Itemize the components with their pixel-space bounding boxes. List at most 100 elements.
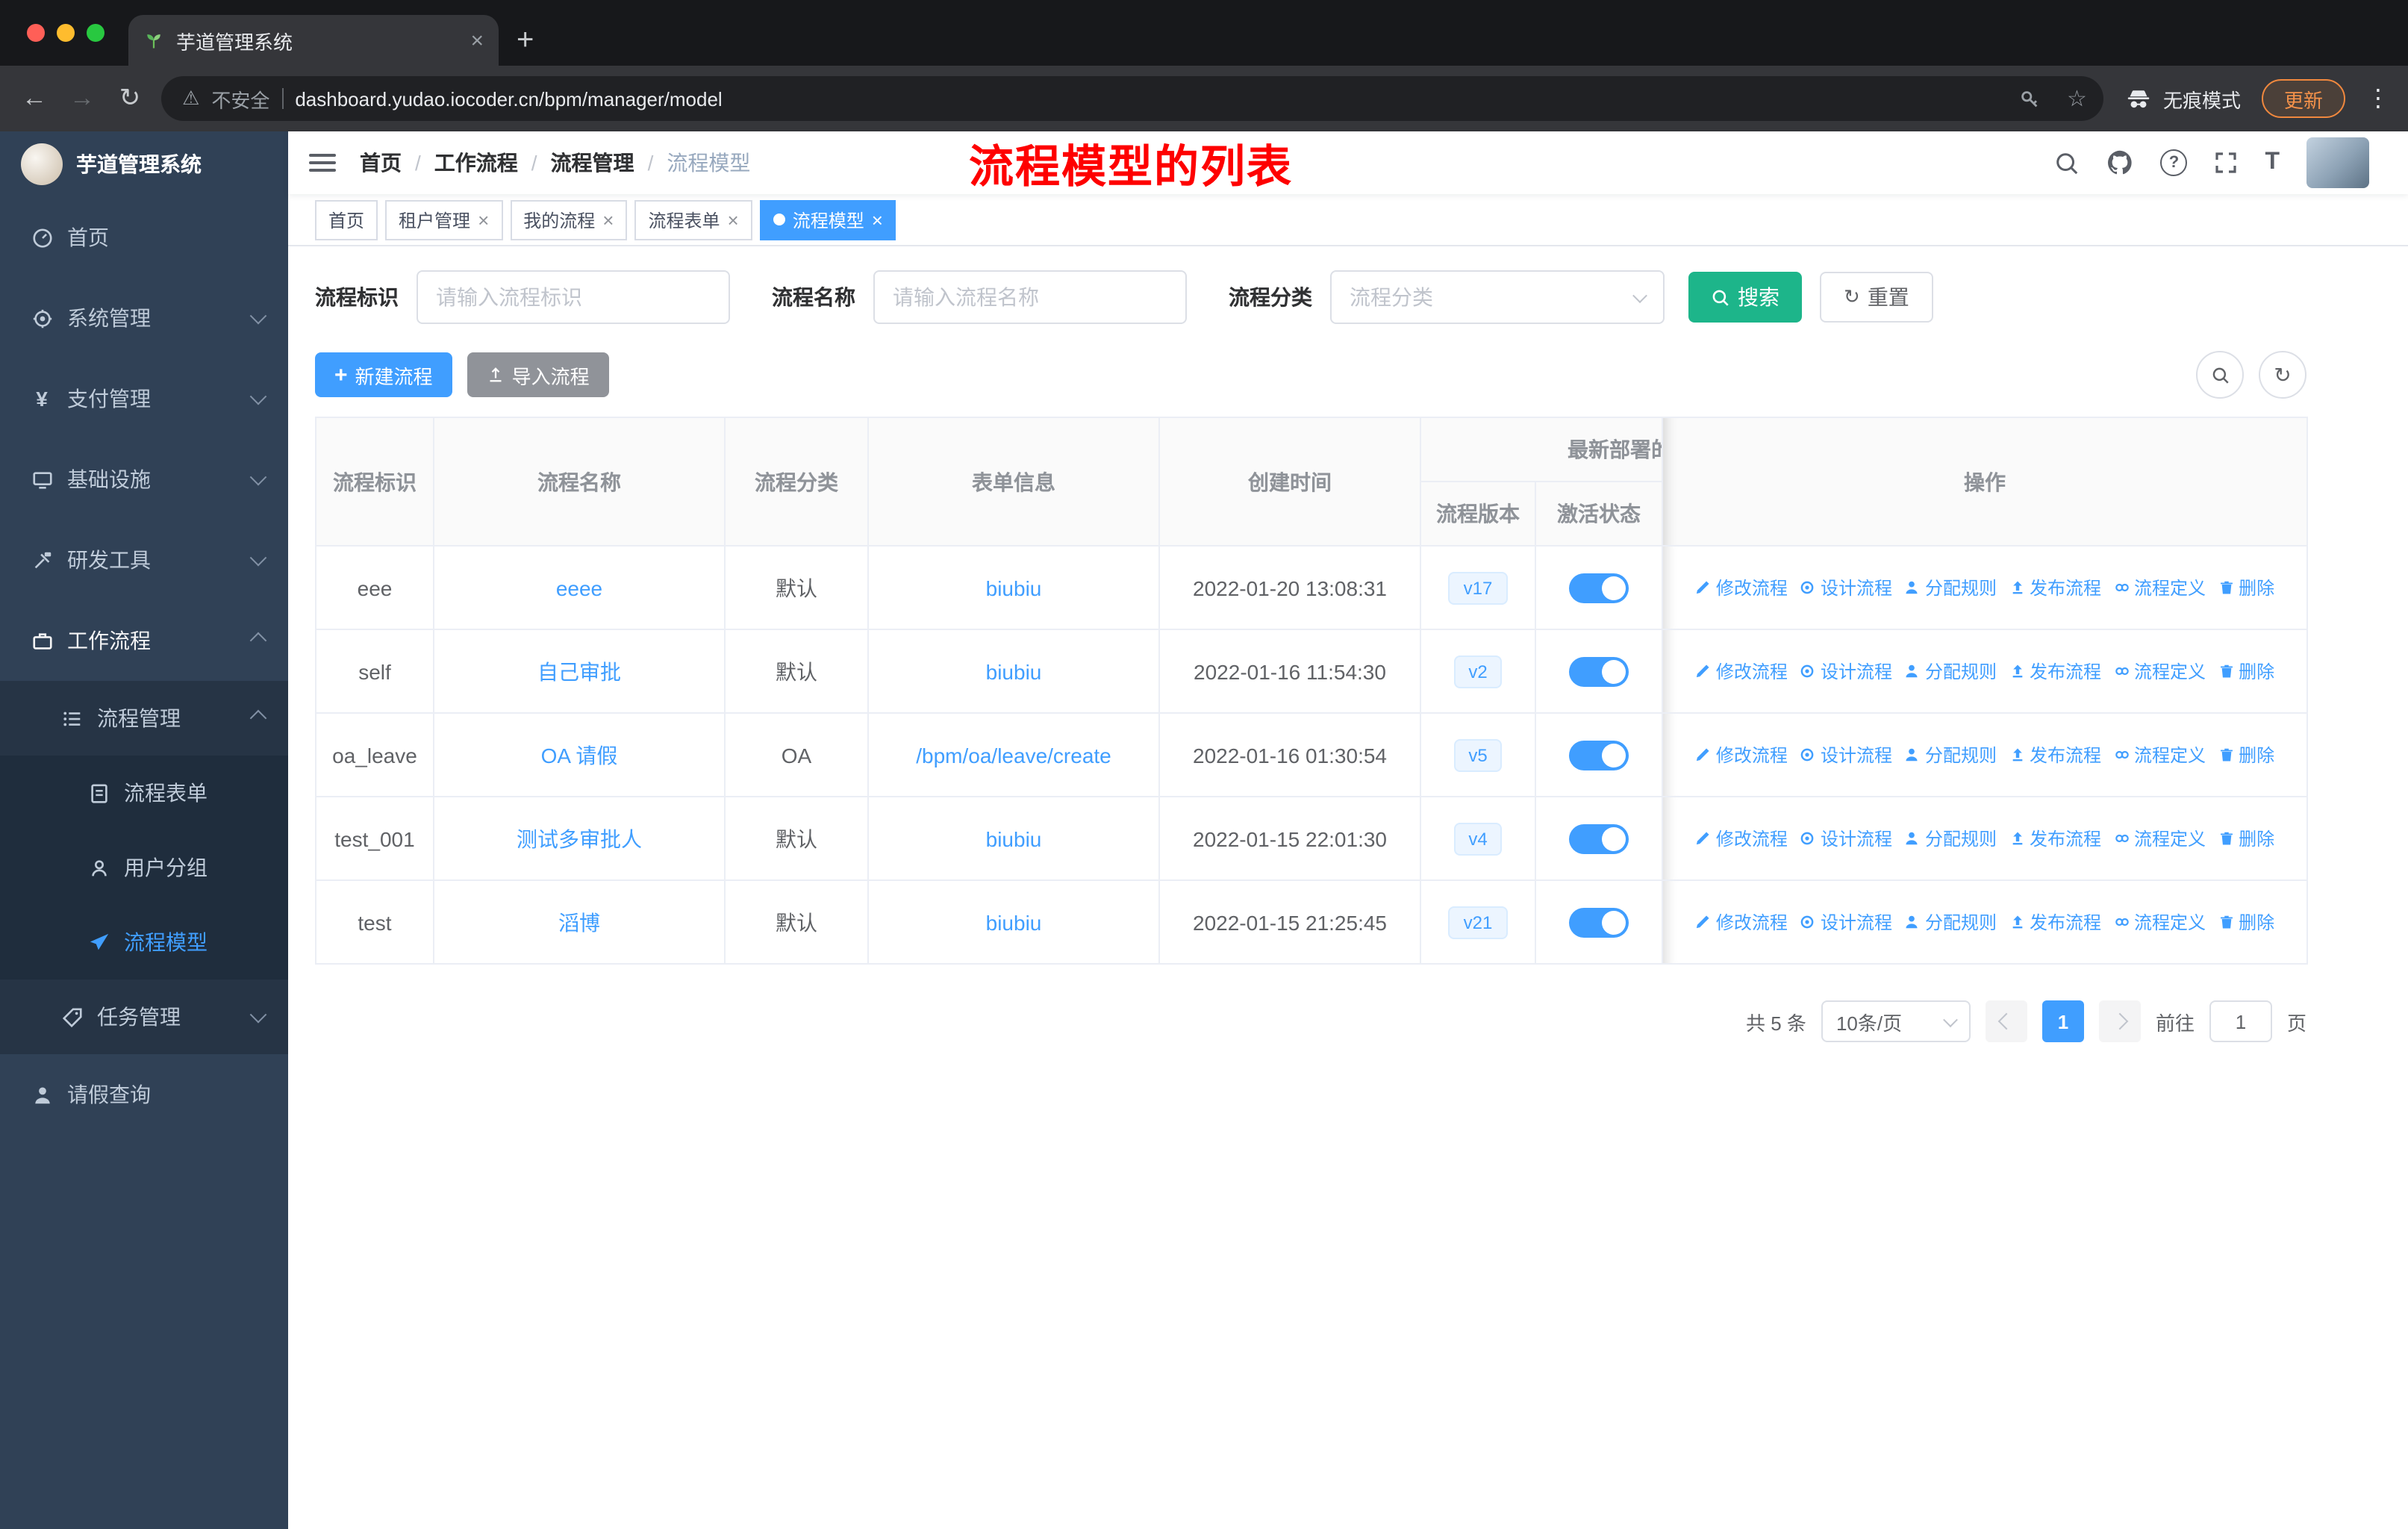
tag-process-form[interactable]: 流程表单 × (634, 199, 752, 240)
sidebar-item-infrastructure[interactable]: 基础设施 (0, 439, 288, 520)
publish-process-link[interactable]: 发布流程 (2009, 826, 2101, 851)
tag-home[interactable]: 首页 (315, 199, 378, 240)
sidebar-item-process-form[interactable]: 流程表单 (0, 756, 288, 830)
page-1-button[interactable]: 1 (2042, 1000, 2084, 1042)
sidebar-item-payment[interactable]: ¥ 支付管理 (0, 358, 288, 439)
assign-rule-link[interactable]: 分配规则 (1904, 909, 1997, 935)
font-size-icon[interactable]: T (2265, 149, 2280, 176)
form-info-link[interactable]: biubiu (986, 826, 1042, 850)
design-process-link[interactable]: 设计流程 (1800, 742, 1892, 767)
tag-process-model[interactable]: 流程模型 × (759, 199, 896, 240)
show-search-button[interactable] (2196, 351, 2244, 399)
assign-rule-link[interactable]: 分配规则 (1904, 658, 1997, 684)
sidebar-item-process-management[interactable]: 流程管理 (0, 681, 288, 756)
modify-process-link[interactable]: 修改流程 (1695, 658, 1788, 684)
tab-close-icon[interactable]: × (470, 28, 484, 53)
fullscreen-icon[interactable] (2214, 151, 2238, 175)
assign-rule-link[interactable]: 分配规则 (1904, 742, 1997, 767)
next-page-button[interactable] (2098, 1000, 2141, 1042)
process-name-link[interactable]: 滔博 (558, 910, 600, 934)
process-definition-link[interactable]: 流程定义 (2113, 826, 2206, 851)
search-button[interactable]: 搜索 (1688, 272, 1802, 323)
breadcrumb-home[interactable]: 首页 (360, 148, 402, 178)
address-bar[interactable]: ⚠ 不安全 dashboard.yudao.iocoder.cn/bpm/man… (161, 76, 2103, 121)
sidebar-item-home[interactable]: 首页 (0, 197, 288, 278)
refresh-table-button[interactable]: ↻ (2259, 351, 2306, 399)
tag-tenant-management[interactable]: 租户管理 × (385, 199, 503, 240)
browser-tab[interactable]: 芋道管理系统 × (128, 15, 499, 66)
delete-link[interactable]: 删除 (2218, 742, 2274, 767)
reload-icon[interactable]: ↻ (113, 84, 146, 113)
password-key-icon[interactable] (2018, 87, 2040, 110)
process-definition-link[interactable]: 流程定义 (2113, 909, 2206, 935)
process-name-input[interactable] (873, 270, 1187, 324)
publish-process-link[interactable]: 发布流程 (2009, 575, 2101, 600)
delete-link[interactable]: 删除 (2218, 909, 2274, 935)
sidebar-item-leave-query[interactable]: 请假查询 (0, 1054, 288, 1135)
form-info-link[interactable]: biubiu (986, 576, 1042, 600)
github-icon[interactable] (2106, 149, 2133, 176)
search-icon[interactable] (2054, 150, 2080, 175)
avatar[interactable] (2306, 137, 2369, 188)
modify-process-link[interactable]: 修改流程 (1695, 742, 1788, 767)
close-icon[interactable]: × (602, 210, 614, 229)
design-process-link[interactable]: 设计流程 (1800, 826, 1892, 851)
activation-toggle[interactable] (1569, 907, 1629, 937)
form-info-link[interactable]: /bpm/oa/leave/create (916, 743, 1111, 767)
modify-process-link[interactable]: 修改流程 (1695, 909, 1788, 935)
sidebar-item-user-group[interactable]: 用户分组 (0, 830, 288, 905)
close-window-button[interactable] (27, 24, 45, 42)
minimize-window-button[interactable] (57, 24, 75, 42)
delete-link[interactable]: 删除 (2218, 575, 2274, 600)
help-icon[interactable]: ? (2160, 149, 2188, 176)
activation-toggle[interactable] (1569, 740, 1629, 770)
design-process-link[interactable]: 设计流程 (1800, 909, 1892, 935)
new-tab-button[interactable]: + (517, 24, 534, 58)
sidebar-item-workflow[interactable]: 工作流程 (0, 600, 288, 681)
process-key-input[interactable] (417, 270, 730, 324)
sidebar-item-process-model[interactable]: 流程模型 (0, 905, 288, 980)
process-name-link[interactable]: 自己审批 (537, 659, 621, 683)
breadcrumb-process-management[interactable]: 流程管理 (551, 148, 634, 178)
browser-menu-icon[interactable]: ⋮ (2366, 84, 2390, 113)
zoom-window-button[interactable] (87, 24, 105, 42)
assign-rule-link[interactable]: 分配规则 (1904, 826, 1997, 851)
design-process-link[interactable]: 设计流程 (1800, 658, 1892, 684)
design-process-link[interactable]: 设计流程 (1800, 575, 1892, 600)
close-icon[interactable]: × (478, 210, 489, 229)
create-process-button[interactable]: + 新建流程 (315, 352, 452, 397)
tag-my-process[interactable]: 我的流程 × (510, 199, 628, 240)
back-icon[interactable]: ← (18, 84, 51, 113)
process-definition-link[interactable]: 流程定义 (2113, 742, 2206, 767)
sidebar-item-system[interactable]: 系统管理 (0, 278, 288, 358)
delete-link[interactable]: 删除 (2218, 826, 2274, 851)
form-info-link[interactable]: biubiu (986, 910, 1042, 934)
process-name-link[interactable]: eeee (556, 576, 602, 600)
forward-icon[interactable]: → (66, 84, 99, 113)
modify-process-link[interactable]: 修改流程 (1695, 826, 1788, 851)
publish-process-link[interactable]: 发布流程 (2009, 909, 2101, 935)
bookmark-star-icon[interactable]: ☆ (2067, 85, 2087, 112)
activation-toggle[interactable] (1569, 823, 1629, 853)
prev-page-button[interactable] (1985, 1000, 2027, 1042)
sidebar-item-devtools[interactable]: 研发工具 (0, 520, 288, 600)
form-info-link[interactable]: biubiu (986, 659, 1042, 683)
browser-update-button[interactable]: 更新 (2261, 79, 2345, 118)
process-name-link[interactable]: OA 请假 (541, 743, 618, 767)
delete-link[interactable]: 删除 (2218, 658, 2274, 684)
sidebar-item-task-management[interactable]: 任务管理 (0, 980, 288, 1054)
process-definition-link[interactable]: 流程定义 (2113, 575, 2206, 600)
breadcrumb-workflow[interactable]: 工作流程 (434, 148, 518, 178)
page-size-select[interactable]: 10条/页 (1821, 1000, 1971, 1042)
collapse-sidebar-icon[interactable] (309, 154, 336, 172)
process-definition-link[interactable]: 流程定义 (2113, 658, 2206, 684)
assign-rule-link[interactable]: 分配规则 (1904, 575, 1997, 600)
reset-button[interactable]: ↻ 重置 (1820, 272, 1933, 323)
import-process-button[interactable]: 导入流程 (467, 352, 609, 397)
close-icon[interactable]: × (728, 210, 739, 229)
category-select[interactable]: 流程分类 (1330, 270, 1665, 324)
activation-toggle[interactable] (1569, 656, 1629, 686)
publish-process-link[interactable]: 发布流程 (2009, 742, 2101, 767)
goto-page-input[interactable] (2209, 1000, 2272, 1042)
close-icon[interactable]: × (872, 210, 883, 229)
